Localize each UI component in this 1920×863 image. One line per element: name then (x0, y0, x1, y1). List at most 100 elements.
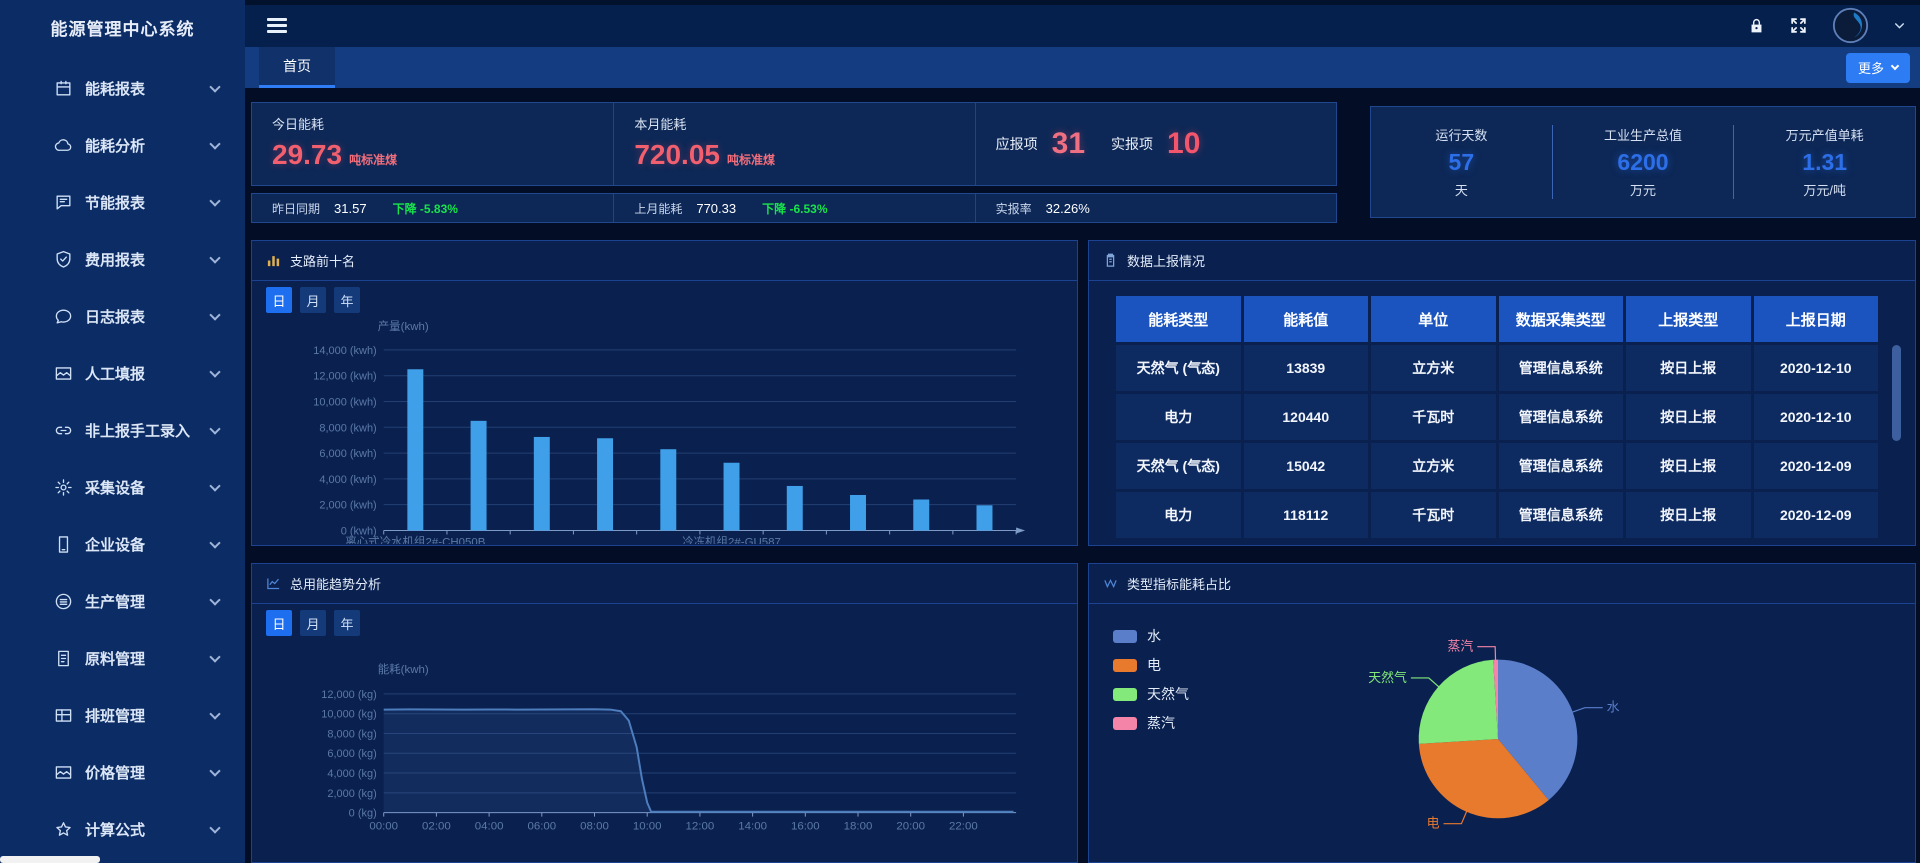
sidebar-item-1[interactable]: 能耗分析 (0, 117, 245, 174)
kpi-label: 运行天数 (1371, 125, 1552, 144)
sidebar-item-10[interactable]: 原料管理 (0, 630, 245, 687)
period-tab-日[interactable]: 日 (266, 610, 292, 636)
report-table-wrap: 能耗类型能耗值单位数据采集类型上报类型上报日期天然气 (气态)13839立方米管… (1089, 281, 1915, 541)
svg-text:02:00: 02:00 (422, 821, 451, 833)
table-cell: 电力 (1116, 492, 1241, 538)
table-cell: 按日上报 (1626, 492, 1751, 538)
report-rate-label: 实报率 (996, 200, 1032, 217)
today-energy: 今日能耗 29.73 吨标准煤 (252, 103, 613, 185)
sidebar-item-13[interactable]: 计算公式 (0, 801, 245, 858)
period-tab-年[interactable]: 年 (334, 610, 360, 636)
kpi-label: 工业生产总值 (1553, 125, 1734, 144)
sidebar-item-12[interactable]: 价格管理 (0, 744, 245, 801)
fullscreen-icon[interactable] (1789, 16, 1808, 35)
sidebar-item-7[interactable]: 采集设备 (0, 459, 245, 516)
svg-text:16:00: 16:00 (791, 821, 820, 833)
period-tab-日[interactable]: 日 (266, 287, 292, 313)
sidebar-item-label: 生产管理 (85, 591, 145, 612)
panel-header: 类型指标能耗占比 (1089, 564, 1915, 604)
svg-text:10:00: 10:00 (633, 821, 662, 833)
sidebar-item-5[interactable]: 人工填报 (0, 345, 245, 402)
svg-text:06:00: 06:00 (527, 821, 556, 833)
table-header-row: 能耗类型能耗值单位数据采集类型上报类型上报日期 (1116, 296, 1878, 342)
sidebar-item-11[interactable]: 排班管理 (0, 687, 245, 744)
svg-text:0 (kg): 0 (kg) (349, 808, 377, 820)
svg-text:20:00: 20:00 (896, 821, 925, 833)
sidebar-item-8[interactable]: 企业设备 (0, 516, 245, 573)
chevron-down-icon (209, 195, 220, 206)
sidebar-item-0[interactable]: 能耗报表 (0, 60, 245, 117)
sidebar-item-3[interactable]: 费用报表 (0, 231, 245, 288)
due-items-value: 31 (1052, 127, 1085, 161)
sidebar-item-2[interactable]: 节能报表 (0, 174, 245, 231)
sidebar-menu: 能耗报表能耗分析节能报表费用报表日志报表人工填报非上报手工录入采集设备企业设备生… (0, 60, 245, 858)
chevron-down-icon (209, 765, 220, 776)
hamburger-menu-icon[interactable] (267, 15, 287, 36)
horizontal-scrollbar-thumb[interactable] (0, 856, 100, 863)
lastmonth-label: 上月能耗 (634, 200, 682, 217)
sidebar-item-6[interactable]: 非上报手工录入 (0, 402, 245, 459)
chevron-down-icon (209, 480, 220, 491)
table-header-cell: 能耗值 (1244, 296, 1369, 342)
clipboard-icon (1103, 253, 1118, 268)
energy-stats-bottom: 昨日同期 31.57 下降 -5.83% 上月能耗 770.33 下降 -6.5… (251, 193, 1337, 223)
chevron-down-icon (209, 708, 220, 719)
table-row: 电力118112千瓦时管理信息系统按日上报2020-12-09 (1116, 492, 1878, 538)
period-tab-年[interactable]: 年 (334, 287, 360, 313)
svg-text:12:00: 12:00 (686, 821, 715, 833)
svg-text:8,000 (kg): 8,000 (kg) (327, 728, 376, 740)
table-cell: 千瓦时 (1371, 394, 1496, 440)
table-cell: 管理信息系统 (1499, 345, 1624, 391)
sidebar-item-label: 费用报表 (85, 249, 145, 270)
sidebar-item-4[interactable]: 日志报表 (0, 288, 245, 345)
svg-text:14:00: 14:00 (738, 821, 767, 833)
sidebar-item-label: 节能报表 (85, 192, 145, 213)
table-cell: 管理信息系统 (1499, 492, 1624, 538)
chevron-down-icon (209, 252, 220, 263)
panel-title: 支路前十名 (290, 251, 355, 270)
more-button[interactable]: 更多 (1846, 53, 1910, 83)
tab-home[interactable]: 首页 (259, 47, 335, 88)
svg-text:产量(kwh): 产量(kwh) (378, 319, 429, 333)
svg-text:冷冻机组2#-GU587: 冷冻机组2#-GU587 (682, 534, 781, 544)
month-energy: 本月能耗 720.05 吨标准煤 (613, 103, 974, 185)
period-tab-月[interactable]: 月 (300, 610, 326, 636)
svg-text:04:00: 04:00 (475, 821, 504, 833)
table-scrollbar-thumb[interactable] (1892, 345, 1901, 441)
sidebar-item-9[interactable]: 生产管理 (0, 573, 245, 630)
app-root: 能源管理中心系统 能耗报表能耗分析节能报表费用报表日志报表人工填报非上报手工录入… (0, 0, 1920, 863)
app-title: 能源管理中心系统 (0, 0, 245, 60)
user-avatar[interactable] (1832, 7, 1869, 44)
table-cell: 管理信息系统 (1499, 394, 1624, 440)
chevron-down-icon[interactable] (1893, 19, 1906, 32)
lock-icon[interactable] (1748, 17, 1765, 35)
schedule-icon (54, 706, 73, 725)
pie-chart: 水电天然气蒸汽 (1089, 604, 1915, 862)
energy-stats-top: 今日能耗 29.73 吨标准煤 本月能耗 720.05 吨标准煤 (251, 102, 1337, 186)
table-cell: 按日上报 (1626, 345, 1751, 391)
yesterday-compare: 昨日同期 31.57 下降 -5.83% (252, 194, 613, 222)
table-cell: 千瓦时 (1371, 492, 1496, 538)
report-items: 应报项 31 实报项 10 (975, 103, 1336, 185)
period-tab-月[interactable]: 月 (300, 287, 326, 313)
main-column: 首页 更多 今日能耗 29.73 吨标准煤 (245, 0, 1920, 863)
table-header-cell: 能耗类型 (1116, 296, 1241, 342)
lastmonth-compare: 上月能耗 770.33 下降 -6.53% (613, 194, 974, 222)
svg-text:18:00: 18:00 (844, 821, 873, 833)
svg-text:2,000 (kwh): 2,000 (kwh) (319, 500, 376, 512)
table-cell: 2020-12-10 (1754, 394, 1879, 440)
bar (660, 449, 676, 530)
svg-text:离心式冷水机组2#-CH050B: 离心式冷水机组2#-CH050B (345, 534, 486, 544)
kpi-industrial-output: 工业生产总值 6200 万元 (1552, 125, 1734, 199)
table-cell: 13839 (1244, 345, 1369, 391)
table-cell: 天然气 (气态) (1116, 443, 1241, 489)
period-tabs: 日月年 (266, 610, 1063, 636)
table-cell: 天然气 (气态) (1116, 345, 1241, 391)
analysis-cloud-icon (54, 136, 73, 155)
table-header-cell: 上报类型 (1626, 296, 1751, 342)
line-chart: 能耗(kwh)0 (kg)2,000 (kg)4,000 (kg)6,000 (… (266, 658, 1063, 848)
cost-report-icon (54, 250, 73, 269)
kpi-unit: 万元/吨 (1734, 180, 1915, 199)
table-cell: 2020-12-10 (1754, 345, 1879, 391)
kpi-value: 6200 (1553, 149, 1734, 176)
